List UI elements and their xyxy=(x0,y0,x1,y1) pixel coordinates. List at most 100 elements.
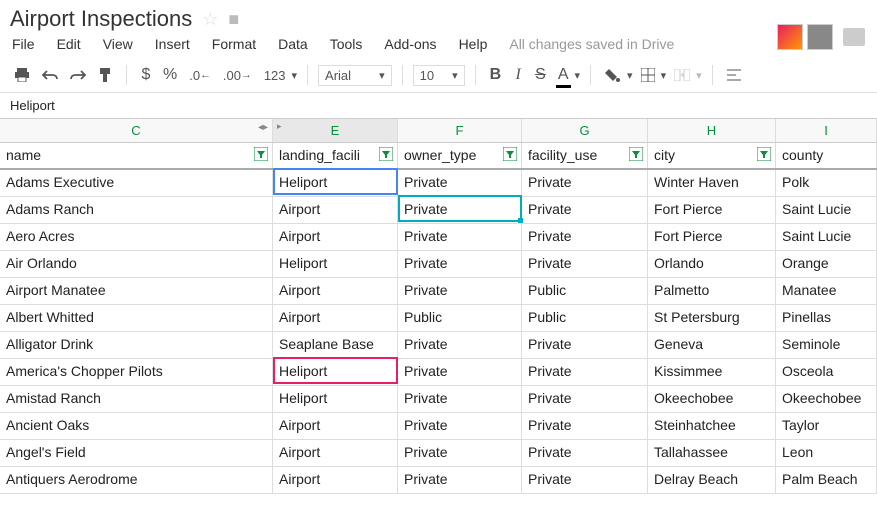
cell[interactable]: Ancient Oaks xyxy=(0,413,273,439)
cell[interactable]: Alligator Drink xyxy=(0,332,273,358)
column-header-c[interactable]: C xyxy=(0,119,273,142)
filter-icon[interactable] xyxy=(503,147,517,161)
redo-icon[interactable] xyxy=(66,67,90,83)
header-facility[interactable]: facility_use xyxy=(522,143,648,168)
paint-format-icon[interactable] xyxy=(94,65,116,85)
cell[interactable]: Osceola xyxy=(776,359,877,385)
header-landing[interactable]: landing_facili xyxy=(273,143,398,168)
menu-view[interactable]: View xyxy=(103,36,133,52)
cell[interactable]: Orlando xyxy=(648,251,776,277)
menu-tools[interactable]: Tools xyxy=(330,36,363,52)
cell[interactable]: Private xyxy=(398,224,522,250)
cell[interactable]: Private xyxy=(398,170,522,196)
cell[interactable]: Amistad Ranch xyxy=(0,386,273,412)
cell[interactable]: Private xyxy=(522,332,648,358)
font-select[interactable]: Arial▾ xyxy=(318,65,392,86)
cell[interactable]: Angel's Field xyxy=(0,440,273,466)
cell[interactable]: Private xyxy=(522,197,648,223)
menu-format[interactable]: Format xyxy=(212,36,256,52)
cell[interactable]: Okeechobee xyxy=(776,386,877,412)
hidden-columns-icon[interactable]: ◂▸ xyxy=(258,122,268,133)
chevron-down-icon[interactable]: ▾ xyxy=(627,69,633,82)
merge-cells-button[interactable] xyxy=(670,67,694,83)
cell[interactable]: Leon xyxy=(776,440,877,466)
cell[interactable]: Palm Beach xyxy=(776,467,877,493)
cell[interactable]: Aero Acres xyxy=(0,224,273,250)
bold-button[interactable]: B xyxy=(486,64,506,86)
cell[interactable]: Private xyxy=(398,467,522,493)
chevron-down-icon[interactable]: ▾ xyxy=(661,69,667,82)
cell[interactable]: Heliport xyxy=(273,359,398,385)
cell[interactable]: Private xyxy=(398,386,522,412)
cell[interactable]: Kissimmee xyxy=(648,359,776,385)
filter-icon[interactable] xyxy=(254,147,268,161)
cell[interactable]: Private xyxy=(522,251,648,277)
avatar[interactable] xyxy=(777,24,803,50)
italic-button[interactable]: I xyxy=(509,64,527,86)
cell[interactable]: Private xyxy=(522,386,648,412)
menu-edit[interactable]: Edit xyxy=(57,36,81,52)
cell[interactable]: Heliport xyxy=(273,170,398,196)
formula-bar[interactable]: Heliport xyxy=(0,93,877,119)
cell[interactable]: Airport xyxy=(273,197,398,223)
cell[interactable]: Airport xyxy=(273,440,398,466)
cell[interactable]: Seaplane Base xyxy=(273,332,398,358)
borders-button[interactable] xyxy=(637,66,659,84)
text-color-button[interactable]: A xyxy=(554,64,573,86)
menu-help[interactable]: Help xyxy=(459,36,488,52)
expand-column-icon[interactable]: ▸ xyxy=(277,121,282,132)
cell[interactable]: Airport xyxy=(273,278,398,304)
header-name[interactable]: name xyxy=(0,143,273,168)
menu-addons[interactable]: Add-ons xyxy=(384,36,436,52)
cell[interactable]: Private xyxy=(398,359,522,385)
chevron-down-icon[interactable]: ▾ xyxy=(575,69,581,82)
cell[interactable]: Heliport xyxy=(273,386,398,412)
cell[interactable]: Winter Haven xyxy=(648,170,776,196)
cell[interactable]: Public xyxy=(522,278,648,304)
format-percent[interactable]: % xyxy=(159,64,181,86)
chevron-down-icon[interactable]: ▾ xyxy=(292,69,298,82)
menu-file[interactable]: File xyxy=(12,36,35,52)
header-owner[interactable]: owner_type xyxy=(398,143,522,168)
filter-icon[interactable] xyxy=(629,147,643,161)
cell[interactable]: Air Orlando xyxy=(0,251,273,277)
column-header-g[interactable]: G xyxy=(522,119,648,142)
format-currency[interactable]: $ xyxy=(137,64,155,86)
cell[interactable]: Manatee xyxy=(776,278,877,304)
cell[interactable]: Tallahassee xyxy=(648,440,776,466)
cell[interactable]: Geneva xyxy=(648,332,776,358)
cell[interactable]: Private xyxy=(398,251,522,277)
spreadsheet-grid[interactable]: C E F G H I ◂▸ ▸ name landing_facili own… xyxy=(0,119,877,494)
fill-color-button[interactable] xyxy=(601,65,625,85)
cell[interactable]: Orange xyxy=(776,251,877,277)
decrease-decimal[interactable]: .0← xyxy=(185,66,215,85)
number-format[interactable]: 123 xyxy=(260,66,290,85)
cell[interactable]: Public xyxy=(522,305,648,331)
cell[interactable]: Private xyxy=(398,197,522,223)
cell[interactable]: Taylor xyxy=(776,413,877,439)
cell[interactable]: Antiquers Aerodrome xyxy=(0,467,273,493)
cell[interactable]: Pinellas xyxy=(776,305,877,331)
cell[interactable]: Private xyxy=(398,413,522,439)
font-size-select[interactable]: 10▾ xyxy=(413,65,465,86)
undo-icon[interactable] xyxy=(38,67,62,83)
cell[interactable]: Albert Whitted xyxy=(0,305,273,331)
cell[interactable]: Airport xyxy=(273,224,398,250)
cell[interactable]: Seminole xyxy=(776,332,877,358)
menu-data[interactable]: Data xyxy=(278,36,308,52)
increase-decimal[interactable]: .00→ xyxy=(219,66,256,85)
cell[interactable]: Private xyxy=(398,332,522,358)
avatar[interactable] xyxy=(807,24,833,50)
cell[interactable]: Delray Beach xyxy=(648,467,776,493)
folder-icon[interactable]: ■ xyxy=(228,9,239,30)
column-header-i[interactable]: I xyxy=(776,119,877,142)
cell[interactable]: Adams Executive xyxy=(0,170,273,196)
menu-insert[interactable]: Insert xyxy=(155,36,190,52)
header-city[interactable]: city xyxy=(648,143,776,168)
column-header-e[interactable]: E xyxy=(273,119,398,142)
cell[interactable]: Polk xyxy=(776,170,877,196)
cell[interactable]: Airport xyxy=(273,467,398,493)
cell[interactable]: Saint Lucie xyxy=(776,224,877,250)
cell[interactable]: Private xyxy=(398,440,522,466)
cell[interactable]: Airport xyxy=(273,413,398,439)
